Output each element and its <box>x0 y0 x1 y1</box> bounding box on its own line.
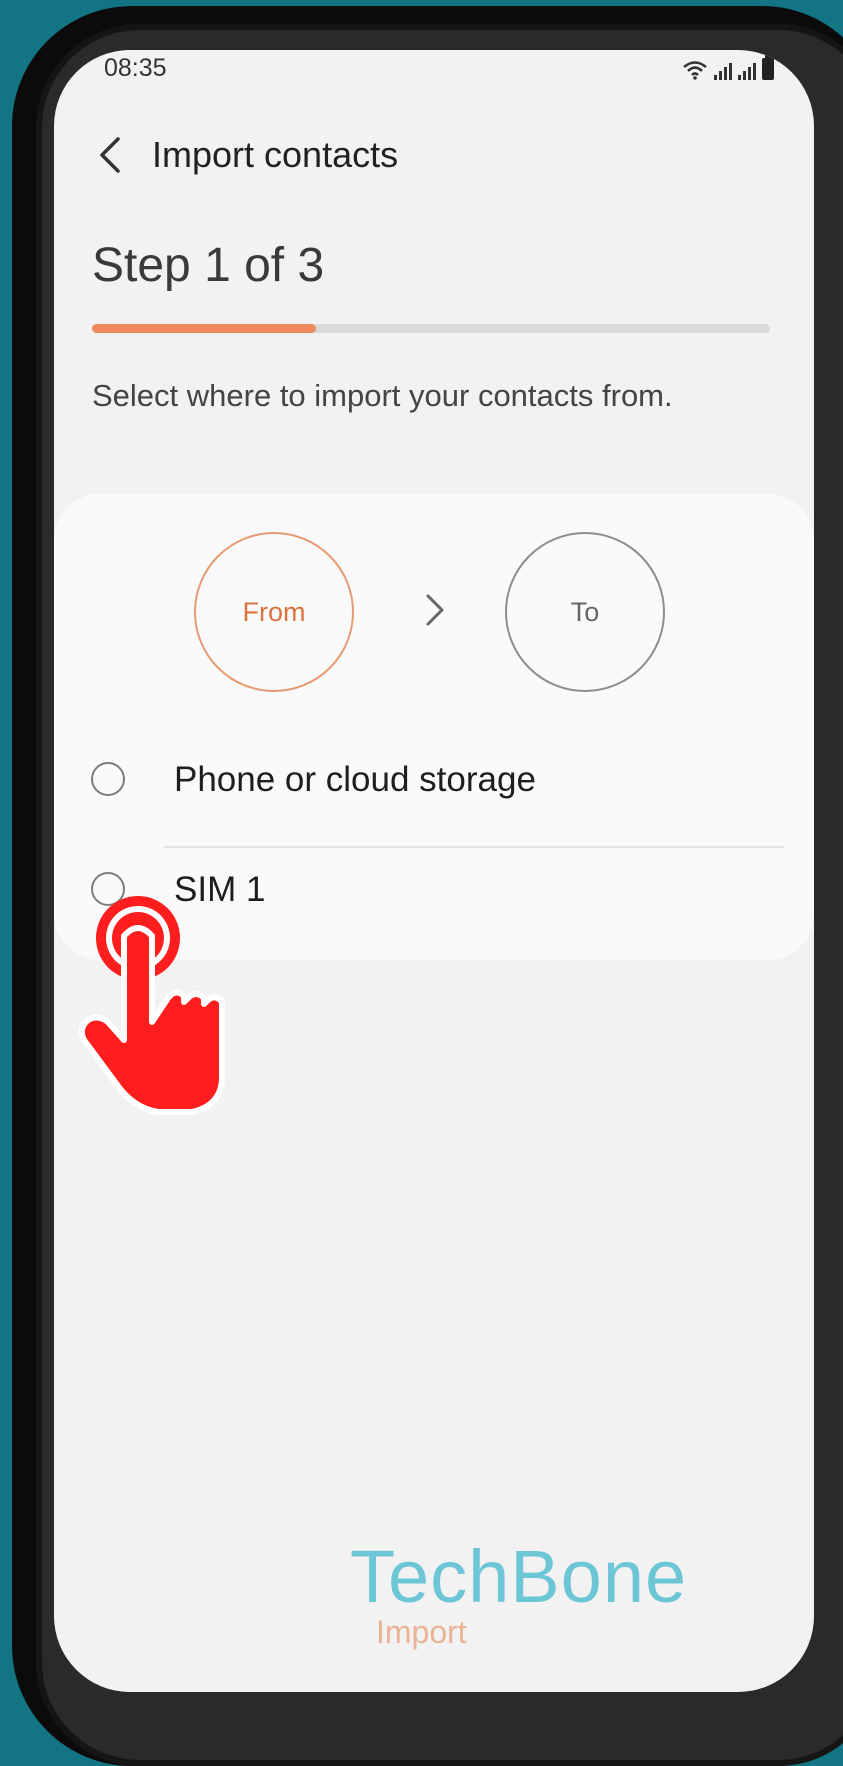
instruction-text: Select where to import your contacts fro… <box>92 378 673 413</box>
tap-hand-icon <box>78 896 225 1115</box>
from-step-circle: From <box>194 532 354 692</box>
step-progress-fill <box>92 324 316 333</box>
watermark-logo: TechBone <box>350 1535 688 1618</box>
to-label: To <box>570 596 600 627</box>
status-time: 08:35 <box>104 54 167 82</box>
page-title: Import contacts <box>152 134 399 175</box>
import-button[interactable]: Import <box>376 1614 467 1651</box>
radio-button[interactable] <box>91 762 125 796</box>
step-indicator: Step 1 of 3 <box>92 239 325 292</box>
chevron-right-icon <box>426 594 444 626</box>
battery-icon <box>762 55 774 80</box>
status-bar: 08:35 <box>54 50 814 90</box>
to-step-circle: To <box>505 532 665 692</box>
phone-screen: 08:35 Import contacts Step 1 of 3 Select… <box>54 50 814 1692</box>
option-phone-or-cloud[interactable]: Phone or cloud storage <box>54 734 814 830</box>
app-bar: Import contacts <box>54 120 814 190</box>
status-icons <box>682 55 774 80</box>
from-label: From <box>242 596 306 627</box>
signal-icon <box>738 62 756 80</box>
wifi-icon <box>683 61 707 80</box>
back-button[interactable] <box>90 130 130 180</box>
step-progress-bar <box>92 324 770 333</box>
chevron-left-icon <box>100 137 120 173</box>
signal-icon <box>714 62 732 80</box>
option-label: Phone or cloud storage <box>174 760 536 799</box>
